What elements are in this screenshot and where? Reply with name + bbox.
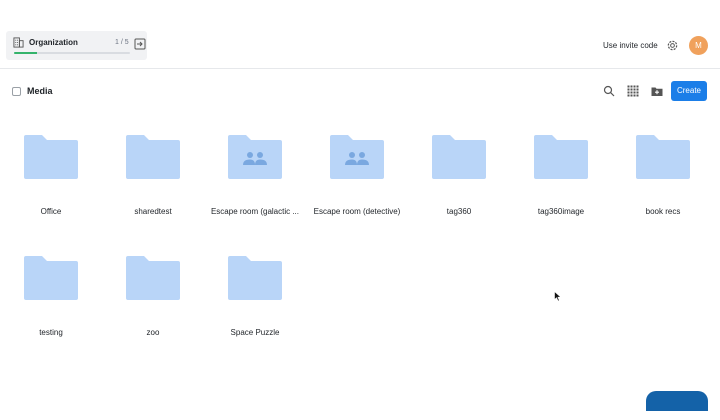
exit-icon[interactable] xyxy=(134,38,146,50)
shared-folder-icon xyxy=(330,135,384,179)
organization-name: Organization xyxy=(29,38,78,47)
folder-label: book recs xyxy=(645,207,681,216)
shared-folder-icon xyxy=(228,135,282,179)
floating-action-button[interactable] xyxy=(646,391,708,411)
folder-item[interactable]: testing xyxy=(0,241,102,341)
folder-item[interactable]: Escape room (detective) xyxy=(306,120,408,220)
folder-item[interactable]: sharedtest xyxy=(102,120,204,220)
folder-icon xyxy=(636,135,690,179)
folder-icon xyxy=(126,256,180,300)
folder-label: tag360image xyxy=(537,207,585,216)
folder-item[interactable]: zoo xyxy=(102,241,204,341)
folder-label: Escape room (galactic ... xyxy=(210,207,300,216)
folder-label: sharedtest xyxy=(134,207,172,216)
folder-item[interactable]: Office xyxy=(0,120,102,220)
grid-view-icon[interactable] xyxy=(627,85,639,97)
media-toolbar: Media Create xyxy=(0,70,720,112)
folder-item[interactable]: tag360 xyxy=(408,120,510,220)
folder-icon xyxy=(228,256,282,300)
folder-item[interactable]: tag360image xyxy=(510,120,612,220)
folder-label: testing xyxy=(39,328,63,337)
folder-item[interactable]: Space Puzzle xyxy=(204,241,306,341)
search-icon[interactable] xyxy=(603,85,615,97)
gear-icon[interactable] xyxy=(666,39,679,52)
folder-icon xyxy=(24,256,78,300)
folder-icon xyxy=(432,135,486,179)
folder-label: zoo xyxy=(146,328,160,337)
folder-icon xyxy=(534,135,588,179)
onboarding-progress-fill xyxy=(14,52,38,54)
folder-item[interactable]: book recs xyxy=(612,120,714,220)
create-button[interactable]: Create xyxy=(671,81,707,101)
mouse-cursor-icon xyxy=(554,291,562,302)
top-bar: Organization 1 / 5 Use invite code M xyxy=(0,0,720,69)
new-folder-icon[interactable] xyxy=(651,85,663,97)
folder-label: Escape room (detective) xyxy=(313,207,401,216)
organization-switcher[interactable]: Organization 1 / 5 xyxy=(6,31,147,60)
onboarding-progress-bar xyxy=(14,52,130,54)
folder-icon xyxy=(24,135,78,179)
folder-icon xyxy=(126,135,180,179)
building-icon xyxy=(13,37,24,48)
onboarding-step-count: 1 / 5 xyxy=(115,39,129,46)
page-title: Media xyxy=(27,86,53,96)
use-invite-code-link[interactable]: Use invite code xyxy=(603,41,658,50)
folder-label: tag360 xyxy=(446,207,472,216)
avatar[interactable]: M xyxy=(689,36,708,55)
folder-label: Office xyxy=(40,207,62,216)
folder-label: Space Puzzle xyxy=(230,328,280,337)
select-all-checkbox[interactable] xyxy=(12,87,21,96)
folder-item[interactable]: Escape room (galactic ... xyxy=(204,120,306,220)
